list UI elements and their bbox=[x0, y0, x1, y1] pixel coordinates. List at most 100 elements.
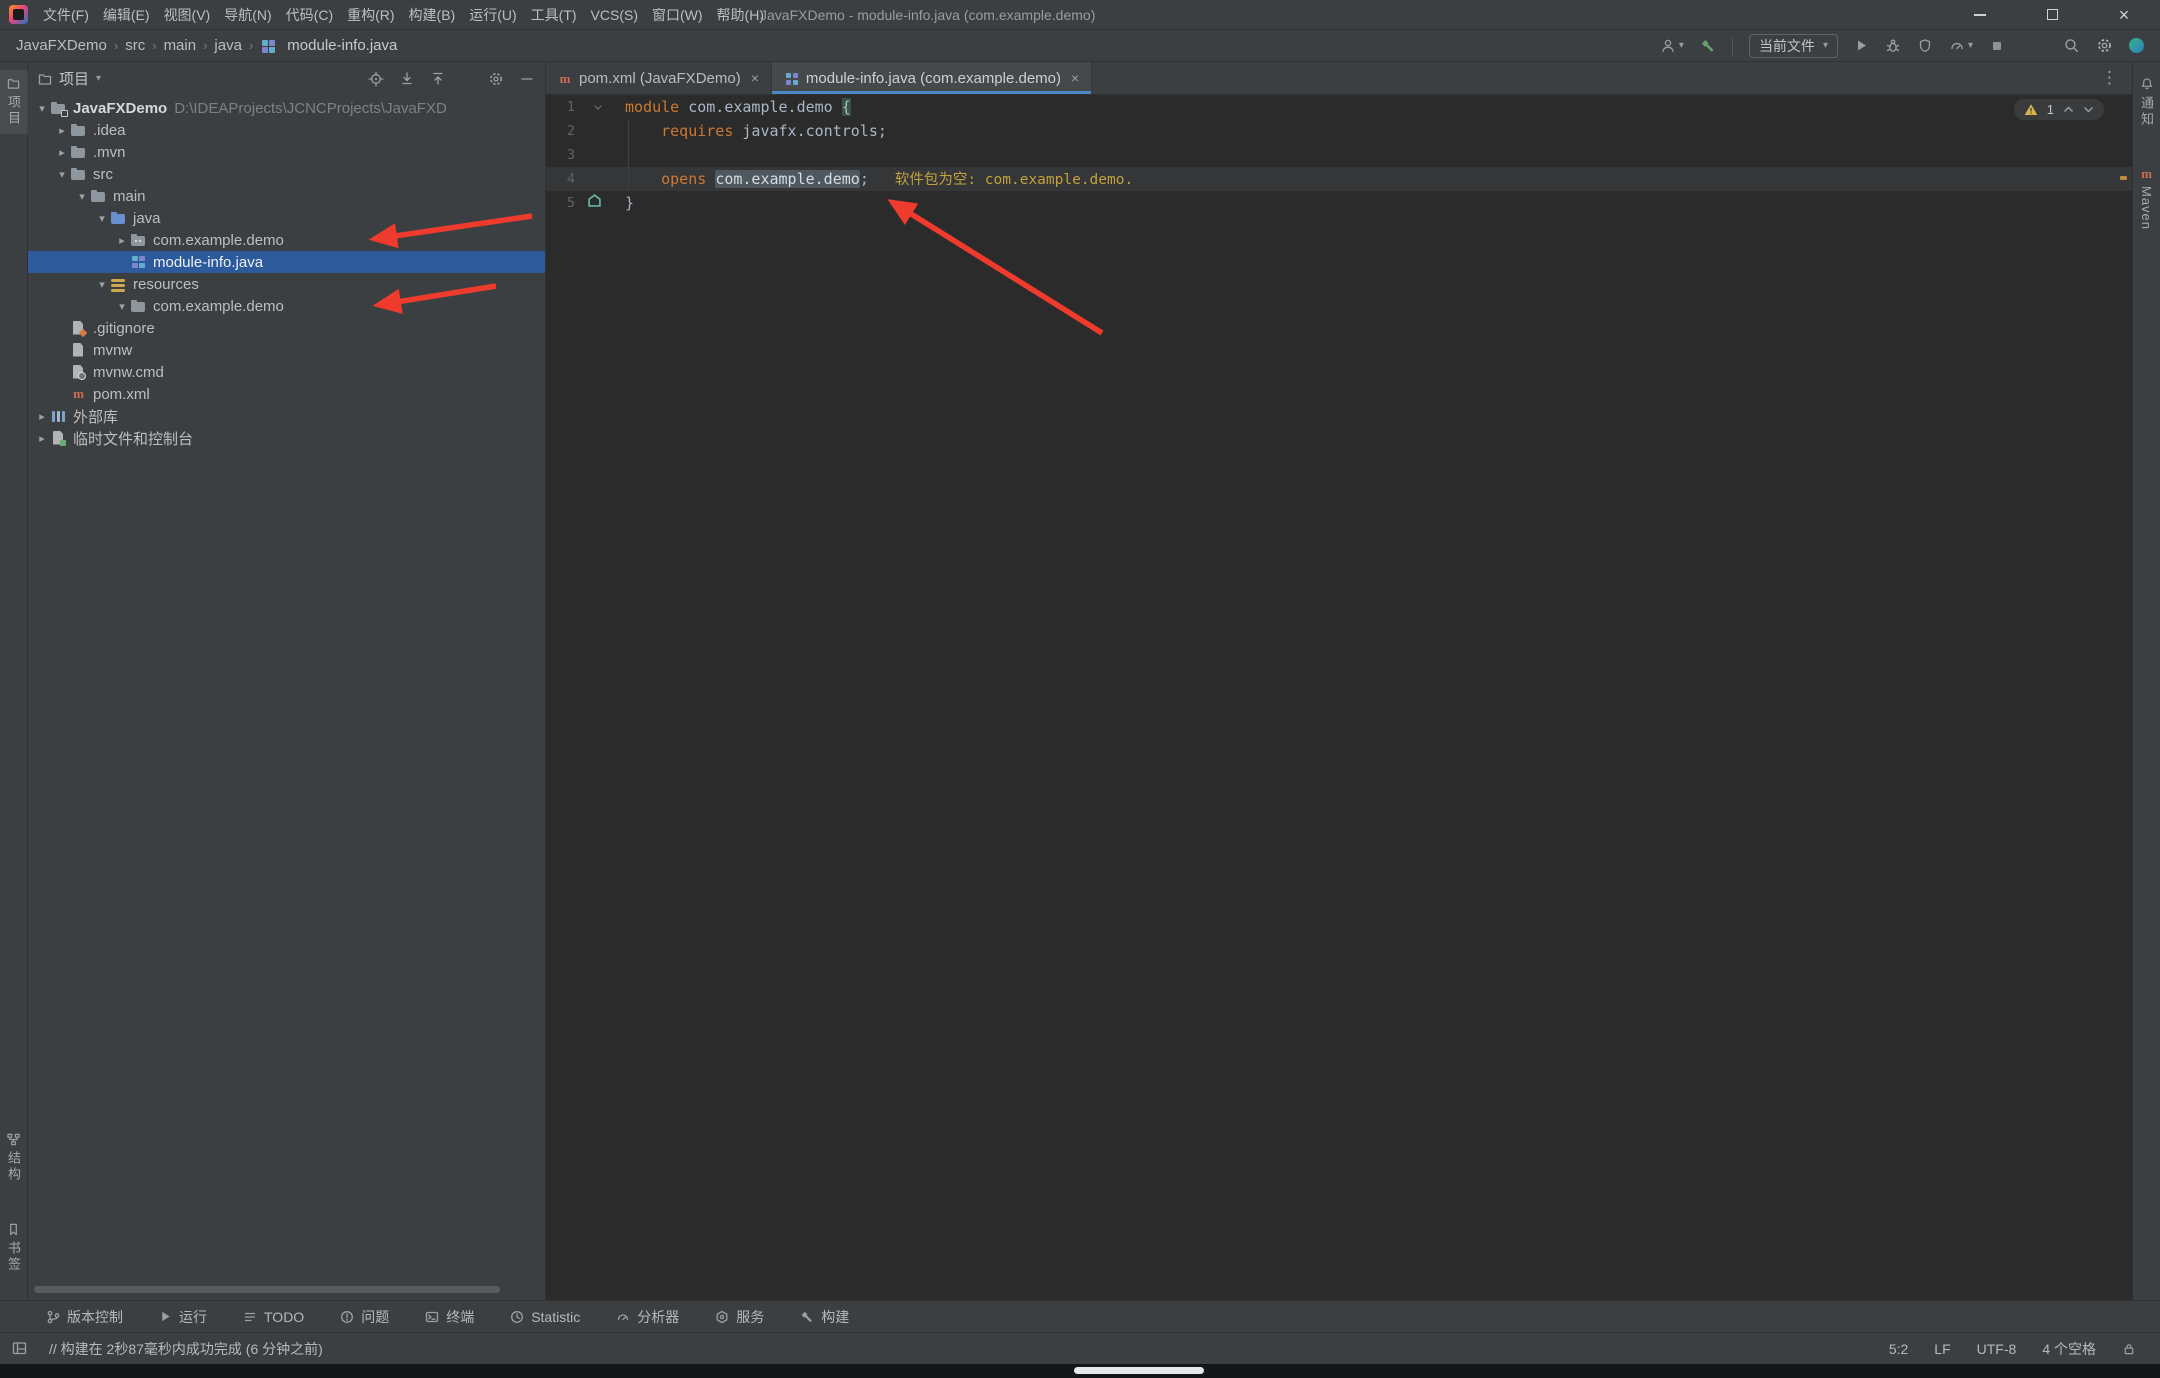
ide-update-icon[interactable] bbox=[2129, 38, 2144, 53]
code-line-2[interactable]: requires javafx.controls; bbox=[625, 119, 2132, 143]
tree-row-project-root[interactable]: ▾ JavaFXDemo D:\IDEAProjects\JCNCProject… bbox=[28, 97, 545, 119]
tool-button-todo[interactable]: TODO bbox=[243, 1309, 304, 1325]
settings-gear-icon[interactable] bbox=[2096, 37, 2113, 54]
tree-row-mvnw[interactable]: ▸ mvnw bbox=[28, 339, 545, 361]
menu-edit[interactable]: 编辑(E) bbox=[96, 0, 157, 30]
status-message[interactable]: // 构建在 2秒87毫秒内成功完成 (6 分钟之前) bbox=[49, 1339, 323, 1359]
caret-position[interactable]: 5:2 bbox=[1889, 1341, 1908, 1357]
tree-row-main[interactable]: ▾ main bbox=[28, 185, 545, 207]
previous-problem-icon[interactable] bbox=[2063, 106, 2074, 113]
fold-end-marker-icon[interactable] bbox=[588, 194, 601, 207]
chevron-right-icon[interactable]: ▸ bbox=[54, 124, 70, 137]
chevron-right-icon[interactable]: ▸ bbox=[34, 432, 50, 445]
fold-marker-icon[interactable] bbox=[593, 104, 603, 111]
tool-button-terminal[interactable]: 终端 bbox=[425, 1307, 474, 1327]
run-icon[interactable] bbox=[1854, 38, 1869, 53]
build-hammer-icon[interactable] bbox=[1700, 38, 1716, 54]
breadcrumb-file[interactable]: module-info.java bbox=[260, 37, 397, 54]
chevron-right-icon[interactable]: ▸ bbox=[34, 410, 50, 423]
debug-icon[interactable] bbox=[1885, 38, 1901, 54]
tree-row-java[interactable]: ▾ java bbox=[28, 207, 545, 229]
close-button[interactable]: × bbox=[2088, 0, 2160, 30]
tree-row-idea[interactable]: ▸ .idea bbox=[28, 119, 545, 141]
tree-row-external-libraries[interactable]: ▸ 外部库 bbox=[28, 405, 545, 427]
breadcrumb-src[interactable]: src bbox=[125, 37, 145, 54]
chevron-down-icon[interactable]: ▾ bbox=[54, 168, 70, 181]
menu-refactor[interactable]: 重构(R) bbox=[340, 0, 401, 30]
tree-row-mvn[interactable]: ▸ .mvn bbox=[28, 141, 545, 163]
file-encoding[interactable]: UTF-8 bbox=[1977, 1341, 2017, 1357]
stop-icon[interactable] bbox=[1989, 38, 2005, 54]
code-line-1[interactable]: module com.example.demo { bbox=[625, 95, 2132, 119]
tool-button-notifications[interactable]: 通知 bbox=[2133, 70, 2160, 135]
layout-icon[interactable] bbox=[12, 1341, 27, 1356]
tool-button-profiler[interactable]: 分析器 bbox=[616, 1307, 679, 1327]
close-icon[interactable]: × bbox=[1071, 70, 1079, 86]
tool-button-bookmarks[interactable]: 书签 bbox=[0, 1216, 28, 1280]
inspections-widget[interactable]: 1 bbox=[2014, 99, 2104, 120]
menu-navigate[interactable]: 导航(N) bbox=[217, 0, 278, 30]
locate-file-icon[interactable] bbox=[368, 71, 384, 87]
tree-row-gitignore[interactable]: ▸ .gitignore bbox=[28, 317, 545, 339]
tool-button-project[interactable]: 项目 bbox=[0, 70, 28, 134]
indent-setting[interactable]: 4 个空格 bbox=[2042, 1339, 2096, 1359]
collapse-all-icon[interactable] bbox=[430, 71, 446, 87]
close-icon[interactable]: × bbox=[751, 70, 759, 86]
chevron-down-icon[interactable]: ▾ bbox=[94, 212, 110, 225]
profiler-button[interactable]: ▾ bbox=[1949, 38, 1973, 54]
code-editor[interactable]: 1 2 3 4 5 module com.example.demo { requ… bbox=[546, 95, 2132, 1300]
tree-row-module-info-selected[interactable]: ▸ module-info.java bbox=[28, 251, 545, 273]
tree-row-src[interactable]: ▾ src bbox=[28, 163, 545, 185]
tool-button-structure[interactable]: 结构 bbox=[0, 1126, 28, 1190]
chevron-right-icon[interactable]: ▸ bbox=[114, 234, 130, 247]
tool-button-maven[interactable]: m Maven bbox=[2133, 159, 2160, 237]
panel-settings-gear-icon[interactable] bbox=[488, 71, 504, 87]
tool-button-run[interactable]: 运行 bbox=[159, 1307, 207, 1327]
next-problem-icon[interactable] bbox=[2083, 106, 2094, 113]
horizontal-scrollbar[interactable] bbox=[34, 1286, 500, 1293]
chevron-down-icon[interactable]: ▾ bbox=[74, 190, 90, 203]
expand-all-icon[interactable] bbox=[399, 71, 415, 87]
menu-view[interactable]: 视图(V) bbox=[157, 0, 218, 30]
maximize-button[interactable] bbox=[2016, 0, 2088, 30]
profile-button[interactable]: ▾ bbox=[1660, 38, 1684, 54]
menu-vcs[interactable]: VCS(S) bbox=[584, 0, 645, 30]
breadcrumb-main[interactable]: main bbox=[164, 37, 197, 54]
tool-button-services[interactable]: 服务 bbox=[715, 1307, 764, 1327]
tab-module-info[interactable]: module-info.java (com.example.demo) × bbox=[772, 62, 1092, 94]
tab-pom-xml[interactable]: m pom.xml (JavaFXDemo) × bbox=[546, 62, 772, 94]
menu-window[interactable]: 窗口(W) bbox=[645, 0, 710, 30]
chevron-down-icon[interactable]: ▾ bbox=[96, 73, 101, 84]
menu-run[interactable]: 运行(U) bbox=[462, 0, 523, 30]
minimize-button[interactable] bbox=[1944, 0, 2016, 30]
hide-panel-icon[interactable] bbox=[519, 71, 535, 87]
tool-button-version-control[interactable]: 版本控制 bbox=[46, 1307, 123, 1327]
tree-row-package-resources[interactable]: ▾ com.example.demo bbox=[28, 295, 545, 317]
tree-row-package-java[interactable]: ▸ com.example.demo bbox=[28, 229, 545, 251]
lock-icon[interactable] bbox=[2122, 1342, 2136, 1356]
breadcrumb-project[interactable]: JavaFXDemo bbox=[16, 37, 107, 54]
code-line-3[interactable] bbox=[625, 143, 2132, 167]
search-icon[interactable] bbox=[2063, 37, 2080, 54]
tree-row-pom[interactable]: ▸ m pom.xml bbox=[28, 383, 545, 405]
tab-options-icon[interactable]: ⋮ bbox=[2101, 62, 2132, 94]
chevron-down-icon[interactable]: ▾ bbox=[114, 300, 130, 313]
tool-button-build[interactable]: 构建 bbox=[800, 1307, 849, 1327]
chevron-down-icon[interactable]: ▾ bbox=[34, 102, 50, 115]
run-configuration-select[interactable]: 当前文件 ▾ bbox=[1749, 34, 1838, 58]
line-separator[interactable]: LF bbox=[1934, 1341, 1950, 1357]
tree-row-resources[interactable]: ▾ resources bbox=[28, 273, 545, 295]
tool-button-statistic[interactable]: Statistic bbox=[510, 1309, 580, 1325]
tree-row-scratches[interactable]: ▸ 临时文件和控制台 bbox=[28, 427, 545, 449]
tool-button-problems[interactable]: 问题 bbox=[340, 1307, 389, 1327]
chevron-right-icon[interactable]: ▸ bbox=[54, 146, 70, 159]
menu-tools[interactable]: 工具(T) bbox=[524, 0, 584, 30]
menu-code[interactable]: 代码(C) bbox=[279, 0, 340, 30]
error-stripe-warning-mark[interactable] bbox=[2120, 176, 2127, 180]
breadcrumb-java[interactable]: java bbox=[214, 37, 242, 54]
menu-file[interactable]: 文件(F) bbox=[36, 0, 96, 30]
coverage-icon[interactable] bbox=[1917, 38, 1933, 54]
tree-row-mvnw-cmd[interactable]: ▸ mvnw.cmd bbox=[28, 361, 545, 383]
chevron-down-icon[interactable]: ▾ bbox=[94, 278, 110, 291]
menu-build[interactable]: 构建(B) bbox=[402, 0, 463, 30]
